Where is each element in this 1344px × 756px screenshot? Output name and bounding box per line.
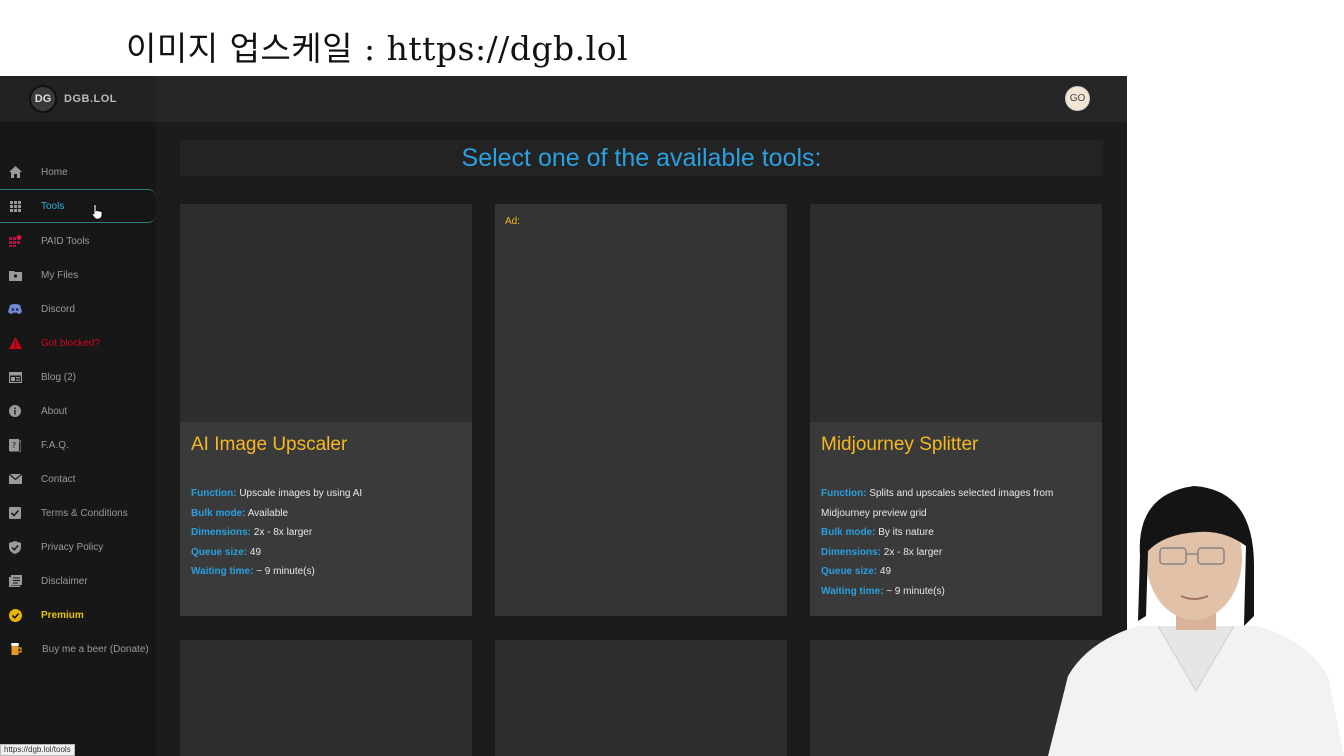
sidebar-item-label: Privacy Policy <box>41 541 104 553</box>
detail-row: Waiting time: ~ 9 minute(s) <box>821 585 945 597</box>
sidebar-item-label: Tools <box>41 200 65 212</box>
sidebar-item-label: Buy me a beer (Donate) <box>42 643 149 655</box>
detail-row: Bulk mode: By its nature <box>821 527 934 539</box>
sidebar-item-home[interactable]: Home <box>0 155 156 189</box>
browser-viewport: DG DGB.LOL GO Home Tools PAID Tools My F… <box>0 76 1127 756</box>
folder-icon <box>8 268 22 282</box>
sidebar-item-got-blocked[interactable]: Got blocked? <box>0 326 156 360</box>
tool-card-details: Function: Upscale images by using AI Bul… <box>191 484 461 582</box>
sidebar-item-label: Home <box>41 166 68 178</box>
sidebar-item-my-files[interactable]: My Files <box>0 258 156 292</box>
sidebar-item-faq[interactable]: ? F.A.Q. <box>0 428 156 462</box>
sidebar-item-label: My Files <box>41 269 79 281</box>
blog-icon <box>8 370 22 384</box>
sidebar-item-label: Discord <box>41 303 75 315</box>
document-icon <box>8 574 22 588</box>
sidebar-item-label: F.A.Q. <box>41 439 69 451</box>
discord-icon <box>8 302 22 316</box>
brand[interactable]: DG DGB.LOL <box>0 76 156 122</box>
tool-card-placeholder[interactable] <box>495 640 787 756</box>
svg-text:?: ? <box>12 441 16 450</box>
sidebar-item-privacy[interactable]: Privacy Policy <box>0 530 156 564</box>
sidebar-item-contact[interactable]: Contact <box>0 462 156 496</box>
shield-icon <box>8 540 22 554</box>
webcam-overlay <box>1048 486 1344 756</box>
mail-icon <box>8 472 22 486</box>
sidebar-item-blog[interactable]: Blog (2) <box>0 360 156 394</box>
tool-card-details: Function: Splits and upscales selected i… <box>821 484 1061 602</box>
sidebar-item-tools[interactable]: Tools <box>0 189 156 223</box>
grid-icon <box>8 199 22 213</box>
detail-row: Queue size: 49 <box>191 546 262 558</box>
sidebar-item-premium[interactable]: Premium <box>0 598 156 632</box>
tool-card-image <box>810 204 1102 422</box>
sidebar-item-label: Got blocked? <box>41 337 100 349</box>
detail-row: Queue size: 49 <box>821 566 892 578</box>
top-bar: DG DGB.LOL GO <box>0 76 1127 122</box>
sidebar-item-label: Disclaimer <box>41 575 88 587</box>
warning-icon <box>8 336 22 350</box>
detail-row: Function: Splits and upscales selected i… <box>821 488 1054 519</box>
sidebar-item-terms[interactable]: Terms & Conditions <box>0 496 156 530</box>
browser-status-url: https://dgb.lol/tools <box>0 744 75 756</box>
sidebar-item-label: Premium <box>41 609 84 621</box>
detail-row: Waiting time: ~ 9 minute(s) <box>191 566 315 578</box>
brand-name: DGB.LOL <box>64 93 117 105</box>
ad-card[interactable]: Ad: <box>495 204 787 616</box>
sidebar-item-label: Blog (2) <box>41 371 77 383</box>
badge-check-icon <box>8 608 22 622</box>
faq-icon: ? <box>8 438 22 452</box>
page-title: Select one of the available tools: <box>461 143 822 172</box>
video-caption: 이미지 업스케일 : https://dgb.lol <box>126 29 629 68</box>
check-square-icon <box>8 506 22 520</box>
tool-card-title: Midjourney Splitter <box>821 434 979 455</box>
page-heading: Select one of the available tools: <box>180 140 1103 176</box>
tool-card-placeholder[interactable] <box>180 640 472 756</box>
detail-row: Bulk mode: Available <box>191 507 289 519</box>
sidebar-item-disclaimer[interactable]: Disclaimer <box>0 564 156 598</box>
user-avatar[interactable]: GO <box>1065 86 1090 111</box>
main-content: Select one of the available tools: AI Im… <box>156 122 1127 756</box>
detail-row: Dimensions: 2x - 8x larger <box>821 546 943 558</box>
ad-label: Ad: <box>505 216 521 227</box>
tool-card-title: AI Image Upscaler <box>191 434 348 455</box>
home-icon <box>8 165 22 179</box>
detail-row: Dimensions: 2x - 8x larger <box>191 527 313 539</box>
mouse-cursor-icon <box>91 204 103 220</box>
sidebar-item-label: About <box>41 405 68 417</box>
sidebar-item-discord[interactable]: Discord <box>0 292 156 326</box>
sidebar: Home Tools PAID Tools My Files Discord G… <box>0 122 156 756</box>
tool-card-ai-image-upscaler[interactable]: AI Image Upscaler Function: Upscale imag… <box>180 204 472 616</box>
beer-icon <box>9 642 23 656</box>
sidebar-item-label: PAID Tools <box>41 235 90 247</box>
sidebar-item-label: Terms & Conditions <box>41 507 128 519</box>
sidebar-item-donate[interactable]: Buy me a beer (Donate) <box>0 632 156 666</box>
tool-card-image <box>180 204 472 422</box>
sidebar-item-about[interactable]: About <box>0 394 156 428</box>
sidebar-item-label: Contact <box>41 473 76 485</box>
detail-row: Function: Upscale images by using AI <box>191 488 363 499</box>
info-icon <box>8 404 22 418</box>
sidebar-item-paid-tools[interactable]: PAID Tools <box>0 224 156 258</box>
paid-tools-icon <box>8 234 22 248</box>
logo-icon: DG <box>29 85 57 113</box>
